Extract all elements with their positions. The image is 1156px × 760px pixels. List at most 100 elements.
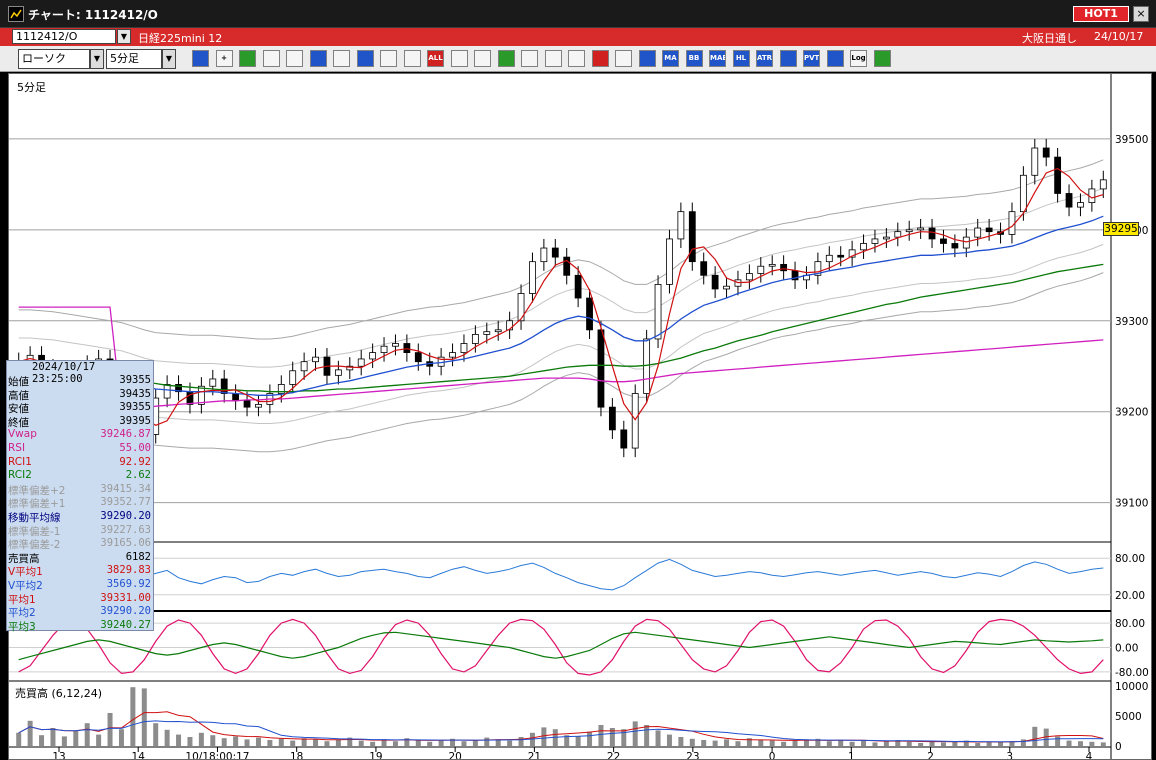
draw-arrow-icon[interactable] <box>262 50 280 67</box>
candle-down <box>951 243 959 249</box>
chart-type-select[interactable]: ローソク <box>18 49 90 69</box>
volume-icon[interactable] <box>638 50 656 67</box>
data-window-row: 標準偏差-1 39227.63 <box>7 524 153 538</box>
candle-down <box>711 274 719 290</box>
timeframe-select[interactable]: 5分足 <box>106 49 162 69</box>
candle-up <box>255 404 262 408</box>
candle-up <box>974 227 982 238</box>
download-icon[interactable] <box>521 50 538 67</box>
window-icon[interactable] <box>826 50 844 67</box>
volume-tick-label: 10000 <box>1115 681 1148 693</box>
data-window-row: 移動平均線 39290.20 <box>7 510 153 524</box>
candle-up <box>357 358 365 367</box>
x-tick-label: 22 <box>607 751 620 760</box>
volume-bar <box>233 736 239 746</box>
mae-icon[interactable]: MAE <box>709 50 726 67</box>
volume-bar <box>461 741 467 746</box>
candle-up <box>312 356 319 363</box>
volume-bar <box>975 743 981 746</box>
volume-tick-label: 5000 <box>1115 711 1142 723</box>
memo-icon[interactable] <box>333 50 350 67</box>
volume-bar <box>313 739 319 746</box>
atr-icon[interactable]: ATR <box>756 50 773 67</box>
candle-up <box>871 238 879 244</box>
price-chart[interactable]: 395003940039300392003910080.0020.0080.00… <box>9 74 1152 760</box>
ma-icon[interactable]: MA <box>662 50 679 67</box>
tools-icon[interactable] <box>474 50 491 67</box>
candle-down <box>551 247 559 258</box>
candle-vol-icon[interactable] <box>403 50 421 67</box>
chart-area[interactable]: 395003940039300392003910080.0020.0080.00… <box>8 73 1152 760</box>
data-window-key: 平均3 <box>8 620 36 633</box>
volume-bar <box>427 741 433 746</box>
crosshair-icon[interactable]: + <box>215 50 233 67</box>
price-tick-label: 39200 <box>1115 407 1148 419</box>
current-price-tag: 39295 <box>1103 222 1139 236</box>
chart-type-dropdown-button[interactable]: ▼ <box>90 49 104 69</box>
bb-icon[interactable]: BB <box>685 50 703 67</box>
symbol-input[interactable]: 1112412/O <box>12 29 116 44</box>
volume-tick-label: 0 <box>1115 741 1122 753</box>
data-window-value: 39246.87 <box>100 428 151 441</box>
data-window-value: 39395 <box>119 414 151 427</box>
search-chart-icon[interactable] <box>544 50 562 67</box>
volume-bar <box>849 741 855 746</box>
pvt-icon[interactable]: PVT <box>803 50 820 67</box>
candle-down <box>928 227 936 240</box>
volume-bar <box>735 741 741 746</box>
ma3-line <box>18 263 1104 393</box>
zoom-icon[interactable] <box>192 50 209 67</box>
timeframe-dropdown-button[interactable]: ▼ <box>162 49 176 69</box>
volume-bar <box>415 740 421 746</box>
data-window-row: 売買高 6182 <box>7 551 153 565</box>
data-window-row: V平均2 3569.92 <box>7 578 153 592</box>
undo-icon[interactable] <box>309 50 327 67</box>
volume-bar <box>861 740 867 746</box>
hl-icon[interactable]: HL <box>732 50 750 67</box>
log-icon[interactable]: Log <box>850 50 867 67</box>
candle-down <box>837 254 845 258</box>
volume-bar <box>370 741 376 746</box>
instrument-name: 日経225mini 12 <box>138 32 223 45</box>
candle-up <box>494 329 502 333</box>
palette-icon[interactable] <box>497 50 515 67</box>
data-window-row: 平均1 39331.00 <box>7 592 153 606</box>
data-window-row: 平均2 39290.20 <box>7 605 153 619</box>
volume-bar <box>61 736 67 746</box>
settings-icon[interactable] <box>450 50 468 67</box>
volume-bar <box>541 727 547 746</box>
x-tick-label: 4 <box>1086 751 1093 760</box>
symbol-dropdown-button[interactable]: ▼ <box>117 29 131 44</box>
x-tick-label: 10/18:00:17 <box>185 751 249 760</box>
trash-icon[interactable] <box>356 50 374 67</box>
x-tick-label: 21 <box>528 751 541 760</box>
cursor-icon[interactable] <box>286 50 303 67</box>
price-tick-label: 39500 <box>1115 134 1148 146</box>
candle-up <box>540 247 548 263</box>
export-icon[interactable] <box>873 50 891 67</box>
volume-bar <box>826 741 832 746</box>
close-button[interactable]: × <box>1133 6 1149 22</box>
draw-line-icon[interactable] <box>239 50 256 67</box>
lock-icon[interactable] <box>615 50 632 67</box>
candle-up <box>380 345 388 353</box>
candle-up <box>643 338 651 394</box>
candle-down <box>620 429 628 449</box>
data-window-value: 39355 <box>119 401 151 414</box>
kagi-icon[interactable] <box>779 50 797 67</box>
candle-down <box>1042 147 1050 158</box>
plus-minus-icon[interactable] <box>591 50 609 67</box>
candle-one-icon[interactable] <box>380 50 397 67</box>
data-window-value: 39355 <box>119 374 151 386</box>
volume-bar <box>84 723 90 746</box>
candle-down <box>780 263 788 272</box>
x-tick-label: 1 <box>848 751 855 760</box>
candle-up <box>1099 179 1107 190</box>
hot-badge[interactable]: HOT1 <box>1073 6 1129 22</box>
compare-icon[interactable] <box>568 50 585 67</box>
x-tick-label: 0 <box>769 751 776 760</box>
all-icon[interactable]: ALL <box>427 50 444 67</box>
candle-down <box>232 393 240 402</box>
rsi-tick-label: 20.00 <box>1115 590 1145 602</box>
data-window-key: RSI <box>8 442 26 454</box>
